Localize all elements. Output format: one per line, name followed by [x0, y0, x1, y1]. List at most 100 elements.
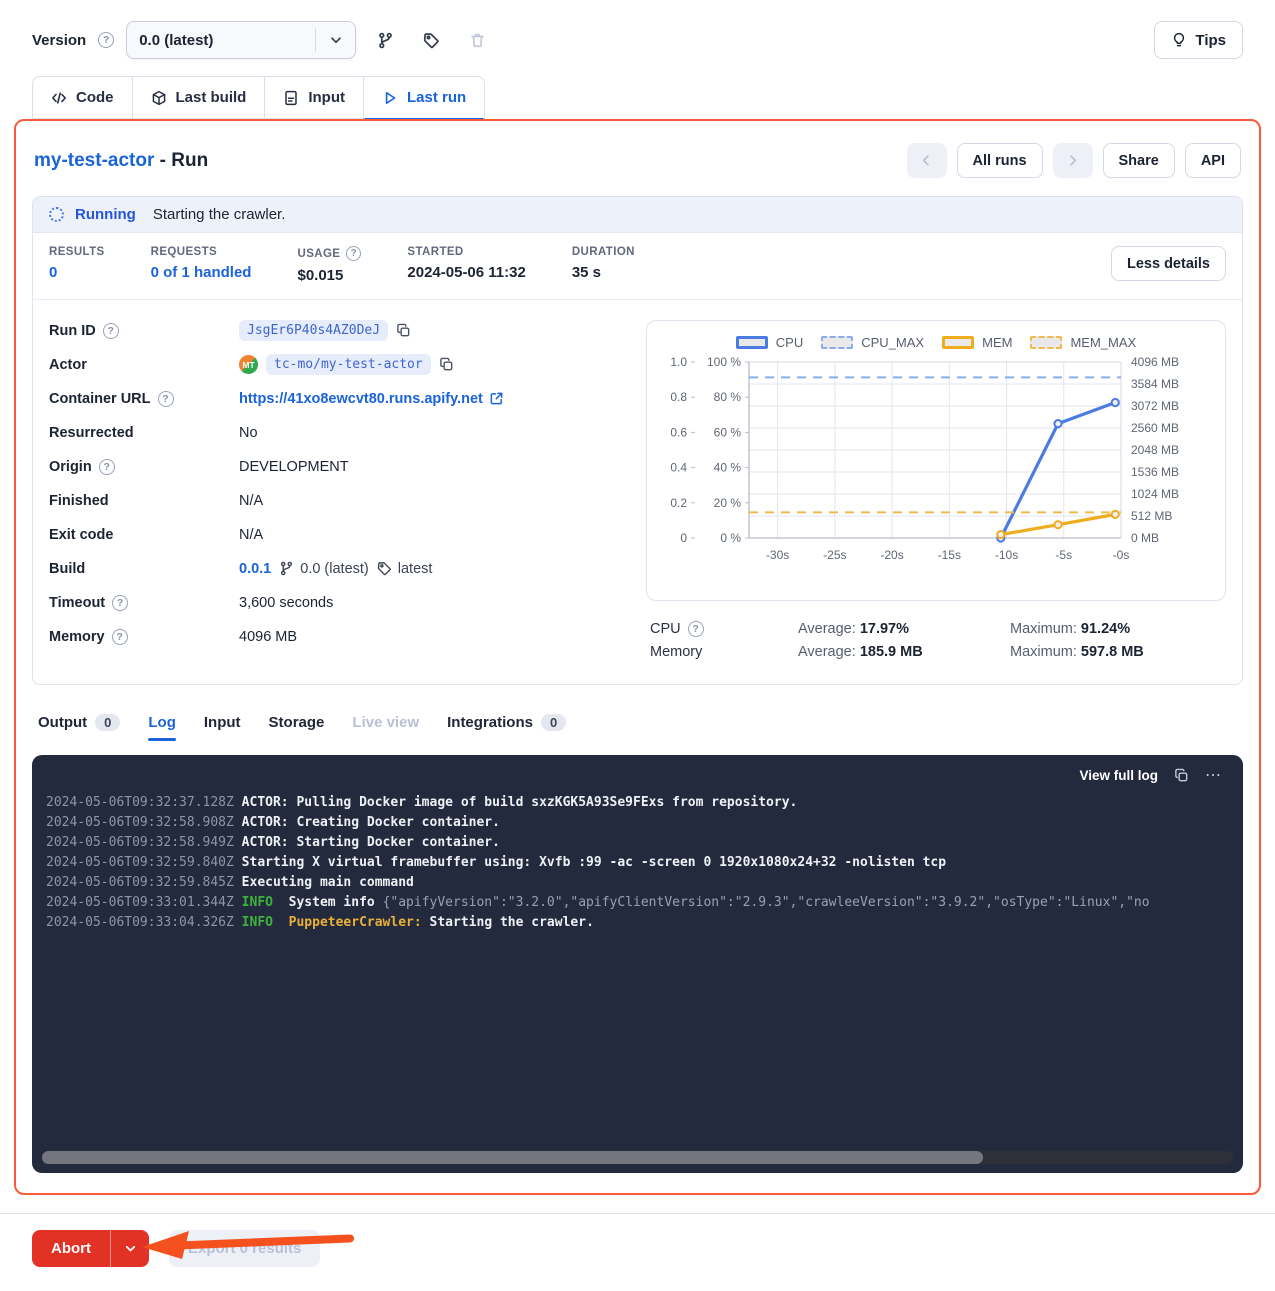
svg-text:-10s: -10s	[995, 548, 1018, 562]
stat-label: REQUESTS	[151, 246, 252, 258]
log-line: 2024-05-06T09:32:37.128Z ACTOR: Pulling …	[46, 793, 1243, 813]
tab-storage[interactable]: Storage	[269, 703, 325, 741]
detail-text: No	[239, 425, 258, 441]
share-button[interactable]: Share	[1103, 143, 1175, 178]
actor-name-link[interactable]: my-test-actor	[34, 150, 154, 171]
version-select[interactable]: 0.0 (latest)	[126, 21, 356, 59]
tab-label: Output	[38, 714, 87, 731]
title-suffix: - Run	[154, 150, 208, 171]
tab-output[interactable]: Output 0	[38, 703, 120, 741]
tab-live-view: Live view	[352, 703, 419, 741]
tab-code[interactable]: Code	[32, 76, 133, 119]
external-link-icon[interactable]	[489, 391, 504, 406]
less-details-button[interactable]: Less details	[1111, 246, 1226, 281]
build-tag-label: latest	[398, 561, 433, 577]
legend-label: CPU	[776, 335, 803, 350]
tab-label: Code	[76, 89, 114, 106]
tab-count-badge: 0	[95, 714, 120, 731]
copy-icon[interactable]	[396, 323, 411, 338]
tips-button[interactable]: Tips	[1154, 21, 1243, 59]
legend-swatch	[942, 336, 974, 349]
svg-text:60 %: 60 %	[714, 425, 742, 439]
version-help-icon[interactable]: ?	[98, 32, 114, 48]
svg-text:2048 MB: 2048 MB	[1131, 443, 1179, 457]
log-line: 2024-05-06T09:32:58.949Z ACTOR: Starting…	[46, 833, 1243, 853]
tab-integrations[interactable]: Integrations0	[447, 703, 566, 741]
api-button[interactable]: API	[1185, 143, 1241, 178]
svg-text:-30s: -30s	[766, 548, 789, 562]
resource-maximum: Maximum: 91.24%	[1010, 621, 1222, 637]
svg-text:512 MB: 512 MB	[1131, 509, 1172, 523]
log-segment-ts: 2024-05-06T09:32:37.128Z	[46, 795, 242, 810]
log-segment-ts: 2024-05-06T09:32:59.845Z	[46, 875, 242, 890]
log-segment-plain: Executing main command	[242, 875, 414, 890]
resource-average: Average: 185.9 MB	[798, 644, 1010, 660]
chevron-down-icon	[315, 28, 355, 52]
help-icon[interactable]: ?	[688, 621, 704, 637]
stat-value[interactable]: 0 of 1 handled	[151, 264, 252, 281]
version-bar: Version ? 0.0 (latest) Tips	[32, 20, 1243, 60]
help-icon[interactable]: ?	[158, 391, 174, 407]
stat-value[interactable]: 0	[49, 264, 105, 281]
stat-label: STARTED	[407, 246, 525, 258]
svg-text:1024 MB: 1024 MB	[1131, 487, 1179, 501]
log-scrollbar-thumb[interactable]	[42, 1151, 983, 1164]
help-icon[interactable]: ?	[112, 629, 128, 645]
help-icon[interactable]: ?	[99, 459, 115, 475]
svg-text:100 %: 100 %	[707, 355, 741, 369]
resource-average: Average: 17.97%	[798, 621, 1010, 637]
help-icon[interactable]: ?	[103, 323, 119, 339]
container-url-link[interactable]: https://41xo8ewcvt80.runs.apify.net	[239, 391, 504, 407]
build-number-link[interactable]: 0.0.1	[239, 561, 271, 577]
log-segment-plain: ACTOR: Creating Docker container.	[242, 815, 500, 830]
tab-log[interactable]: Log	[148, 703, 176, 741]
svg-text:20 %: 20 %	[714, 496, 742, 510]
tab-count-badge: 0	[541, 714, 566, 731]
abort-button[interactable]: Abort	[32, 1230, 111, 1267]
legend-label: MEM_MAX	[1070, 335, 1136, 350]
tab-input[interactable]: Input	[265, 76, 364, 119]
log-segment-ts: 2024-05-06T09:32:58.949Z	[46, 835, 242, 850]
log-segment-json: {"apifyVersion":"3.2.0","apifyClientVers…	[383, 895, 1150, 910]
log-menu-icon[interactable]: ⋯	[1205, 771, 1223, 781]
tab-label: Last build	[176, 89, 247, 106]
svg-text:0.6: 0.6	[670, 425, 687, 439]
log-scrollbar[interactable]	[42, 1151, 1233, 1164]
help-icon[interactable]: ?	[112, 595, 128, 611]
help-icon[interactable]: ?	[346, 246, 361, 261]
view-full-log-button[interactable]: View full log	[1079, 768, 1158, 783]
svg-text:-20s: -20s	[880, 548, 903, 562]
detail-label-timeout: Timeout?	[49, 592, 239, 613]
stat-value: $0.015	[297, 267, 361, 284]
detail-value: MTtc-mo/my-test-actor	[239, 354, 618, 375]
detail-text: 4096 MB	[239, 629, 297, 645]
build-tag: latest	[377, 561, 433, 577]
document-icon	[283, 90, 299, 106]
tab-last-run[interactable]: Last run	[364, 76, 485, 119]
tab-last-build[interactable]: Last build	[133, 76, 266, 119]
svg-text:-15s: -15s	[938, 548, 961, 562]
branch-icon[interactable]	[368, 23, 402, 57]
abort-dropdown-button[interactable]	[111, 1230, 149, 1267]
stat-label: DURATION	[572, 246, 635, 258]
detail-label-exit-code: Exit code	[49, 524, 239, 545]
package-icon	[151, 90, 167, 106]
tab-label: Storage	[269, 714, 325, 731]
copy-log-icon[interactable]	[1174, 768, 1189, 783]
value-pill[interactable]: JsgEr6P40s4AZ0DeJ	[239, 320, 388, 341]
all-runs-button[interactable]: All runs	[957, 143, 1043, 178]
legend-item-mem_max: MEM_MAX	[1030, 335, 1136, 350]
actor-tabs: Code Last build InputLast run	[32, 76, 1243, 119]
stat-usage: USAGE?$0.015	[297, 246, 361, 284]
svg-text:0 %: 0 %	[720, 531, 741, 545]
svg-text:2560 MB: 2560 MB	[1131, 421, 1179, 435]
tab-label: Input	[204, 714, 241, 731]
log-segment-info: INFO	[242, 915, 273, 930]
tab-label: Log	[148, 714, 176, 731]
copy-icon[interactable]	[439, 357, 454, 372]
play-icon	[382, 90, 398, 106]
tab-input[interactable]: Input	[204, 703, 241, 741]
tag-icon[interactable]	[414, 23, 448, 57]
log-toolbar: View full log ⋯	[32, 755, 1243, 789]
value-pill[interactable]: tc-mo/my-test-actor	[266, 354, 431, 375]
